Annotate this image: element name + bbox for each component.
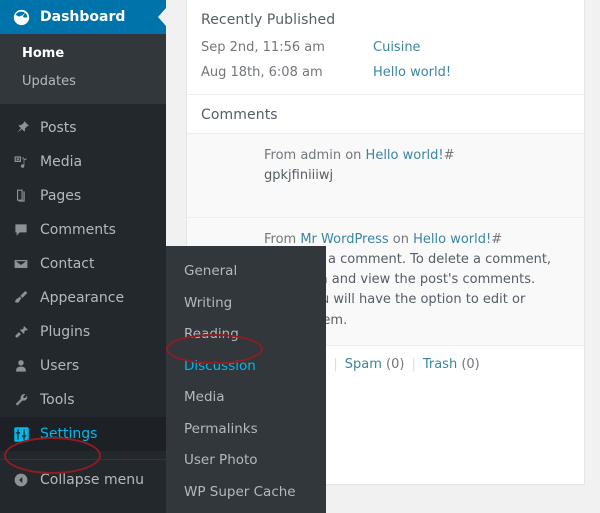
- collapse-arrow-icon: [11, 470, 31, 490]
- comment-on-label: on: [388, 232, 414, 247]
- sidebar-item-label: Plugins: [40, 324, 91, 341]
- pages-icon: [11, 186, 31, 206]
- recently-published-heading: Recently Published: [201, 12, 336, 28]
- sidebar-item-label: Media: [40, 154, 83, 171]
- comment-body: gpkjfiniiiwj: [264, 168, 334, 184]
- recently-published-row: Aug 18th, 6:08 am Hello world!: [187, 63, 584, 88]
- submenu-item-wp-super-cache[interactable]: WP Super Cache: [166, 477, 326, 509]
- submenu-item-writing[interactable]: Writing: [166, 288, 326, 320]
- collapse-menu-button[interactable]: Collapse menu: [0, 459, 166, 499]
- submenu-item-permalinks[interactable]: Permalinks: [166, 414, 326, 446]
- dashboard-icon: [11, 7, 31, 27]
- filter-separator: |: [333, 356, 338, 372]
- sidebar-item-label: Comments: [40, 222, 116, 239]
- comments-heading: Comments: [201, 107, 278, 123]
- recently-published-row: Sep 2nd, 11:56 am Cuisine: [187, 38, 584, 63]
- sidebar-item-label: Posts: [40, 120, 77, 137]
- settings-submenu-flyout: General Writing Reading Discussion Media…: [166, 246, 326, 513]
- comment-post-link[interactable]: Hello world!: [413, 232, 491, 247]
- sidebar-item-label: Dashboard: [40, 9, 126, 25]
- trash-count: (0): [461, 356, 480, 372]
- publish-date: Sep 2nd, 11:56 am: [201, 40, 325, 55]
- submenu-item-general[interactable]: General: [166, 256, 326, 288]
- wrench-icon: [11, 390, 31, 410]
- paintbrush-icon: [11, 288, 31, 308]
- comment-bubble-icon: [11, 220, 31, 240]
- comment-from-label: From: [264, 148, 301, 163]
- comment-permalink-hash[interactable]: #: [444, 148, 455, 163]
- sidebar-subitem-updates[interactable]: Updates: [0, 68, 166, 96]
- comment-from-label: From: [264, 232, 301, 247]
- filter-separator: |: [411, 356, 416, 372]
- sidebar-item-label: Settings: [40, 426, 98, 443]
- submenu-item-discussion[interactable]: Discussion: [166, 351, 326, 383]
- sidebar-item-comments[interactable]: Comments: [0, 213, 166, 247]
- sidebar-item-plugins[interactable]: Plugins: [0, 315, 166, 349]
- sidebar-item-label: Tools: [40, 392, 75, 409]
- comment-item: From admin on Hello world!# gpkjfiniiiwj: [187, 133, 584, 217]
- submenu-item-media[interactable]: Media: [166, 382, 326, 414]
- pin-icon: [11, 118, 31, 138]
- sidebar-item-label: Contact: [40, 256, 95, 273]
- comment-on-label: on: [341, 148, 366, 163]
- admin-sidebar: Dashboard Home Updates Posts Media Pages…: [0, 0, 174, 513]
- envelope-icon: [11, 254, 31, 274]
- sidebar-item-media[interactable]: Media: [0, 145, 166, 179]
- sidebar-item-contact[interactable]: Contact: [0, 247, 166, 281]
- sidebar-item-settings[interactable]: Settings: [0, 417, 174, 452]
- sidebar-item-label: Appearance: [40, 290, 125, 307]
- post-link[interactable]: Hello world!: [373, 65, 451, 80]
- comment-post-link[interactable]: Hello world!: [366, 148, 444, 163]
- sidebar-item-tools[interactable]: Tools: [0, 383, 166, 417]
- sidebar-item-posts[interactable]: Posts: [0, 111, 166, 145]
- spam-count: (0): [386, 356, 405, 372]
- sidebar-item-appearance[interactable]: Appearance: [0, 281, 166, 315]
- sidebar-item-users[interactable]: Users: [0, 349, 166, 383]
- dashboard-submenu: Home Updates: [0, 34, 166, 105]
- sidebar-subitem-home[interactable]: Home: [0, 40, 166, 68]
- sidebar-item-label: Users: [40, 358, 80, 375]
- settings-sliders-icon: [11, 424, 31, 444]
- submenu-item-user-photo[interactable]: User Photo: [166, 445, 326, 477]
- comment-author[interactable]: Mr WordPress: [300, 232, 388, 247]
- comment-author: admin: [300, 148, 342, 163]
- collapse-menu-label: Collapse menu: [40, 471, 144, 488]
- sidebar-item-pages[interactable]: Pages: [0, 179, 166, 213]
- submenu-item-reading[interactable]: Reading: [166, 319, 326, 351]
- sidebar-item-label: Pages: [40, 188, 82, 205]
- chevron-left-icon: [158, 8, 166, 26]
- plug-icon: [11, 322, 31, 342]
- publish-date: Aug 18th, 6:08 am: [201, 65, 323, 80]
- user-icon: [11, 356, 31, 376]
- post-link[interactable]: Cuisine: [373, 40, 421, 55]
- comment-permalink-hash[interactable]: #: [491, 232, 502, 247]
- filter-trash[interactable]: Trash: [423, 357, 457, 372]
- comment-meta: From admin on Hello world!#: [264, 146, 570, 166]
- sidebar-item-dashboard[interactable]: Dashboard: [0, 0, 166, 34]
- screen: Recently Published Sep 2nd, 11:56 am Cui…: [0, 0, 600, 513]
- media-icon: [11, 152, 31, 172]
- filter-spam[interactable]: Spam: [345, 357, 382, 372]
